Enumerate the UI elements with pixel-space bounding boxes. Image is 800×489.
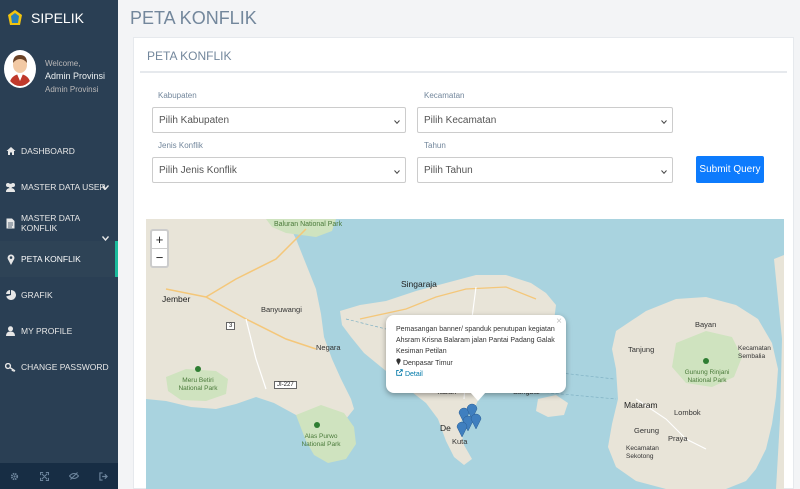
popup-detail-label: Detail <box>404 371 423 378</box>
map-label-mataram: Mataram <box>624 400 658 410</box>
sidebar-menu: DASHBOARD MASTER DATA USER MASTER DATA K… <box>0 133 118 385</box>
kabupaten-label: Kabupaten <box>158 91 197 100</box>
road-shield: 3 <box>226 322 236 330</box>
app-name: SIPELIK <box>31 10 84 26</box>
chart-icon <box>5 290 16 301</box>
sidebar-item-label: MY PROFILE <box>21 326 73 336</box>
chevron-down-icon <box>101 182 110 192</box>
user-name: Admin Provinsi <box>45 71 106 81</box>
tahun-label: Tahun <box>424 141 446 150</box>
kabupaten-select[interactable]: Pilih Kabupaten <box>152 107 406 133</box>
map-label-kecamatan-sembalia: Kecamatan Sembalia <box>738 345 771 360</box>
sidebar-footer <box>0 463 118 489</box>
map-label-baluran: Baluran National Park <box>274 221 343 228</box>
panel-title: PETA KONFLIK <box>147 49 232 63</box>
tahun-select[interactable]: Pilih Tahun <box>417 157 673 183</box>
popup-tip <box>470 392 486 401</box>
sidebar-item-dashboard[interactable]: DASHBOARD <box>0 133 118 169</box>
jenis-konflik-label: Jenis Konflik <box>158 141 203 150</box>
sidebar-item-my-profile[interactable]: MY PROFILE <box>0 313 118 349</box>
external-link-icon <box>396 369 403 376</box>
jenis-konflik-value: Pilih Jenis Konflik <box>159 165 237 176</box>
popup-text: Pemasangan banner/ spanduk penutupan keg… <box>396 326 555 355</box>
chevron-down-icon <box>394 116 400 127</box>
user-role: Admin Provinsi <box>45 85 99 94</box>
profile: Welcome, Admin Provinsi Admin Provinsi <box>0 36 118 132</box>
settings-icon[interactable] <box>0 463 30 489</box>
map-label-jember: Jember <box>162 294 191 304</box>
logo-icon <box>8 10 22 25</box>
close-icon[interactable]: × <box>556 316 562 327</box>
map-label-kecamatan-sekotong: Kecamatan Sekotong <box>626 445 659 460</box>
sidebar-item-grafik[interactable]: GRAFIK <box>0 277 118 313</box>
zoom-out-button[interactable]: − <box>152 248 167 265</box>
popup-detail-link[interactable]: Detail <box>396 369 556 380</box>
eye-slash-icon[interactable] <box>59 463 89 489</box>
sidebar-item-label: DASHBOARD <box>21 146 75 156</box>
zoom-in-button[interactable]: + <box>152 231 167 248</box>
map-label-rinjani: Gunung Rinjani National Park <box>684 369 730 384</box>
kecamatan-value: Pilih Kecamatan <box>424 115 497 126</box>
brand[interactable]: SIPELIK <box>0 0 118 36</box>
sidebar-item-change-password[interactable]: CHANGE PASSWORD <box>0 349 118 385</box>
tahun-value: Pilih Tahun <box>424 165 473 176</box>
fullscreen-icon[interactable] <box>30 463 60 489</box>
map-label-lombok: Lombok <box>674 408 701 417</box>
sidebar-item-label: CHANGE PASSWORD <box>21 362 109 372</box>
main-content: PETA KONFLIK PETA KONFLIK Kabupaten Pili… <box>118 0 800 489</box>
map-label-meru-betiri: Meru Betiri National Park <box>178 377 218 392</box>
users-icon <box>5 182 16 193</box>
avatar <box>4 50 36 88</box>
divider <box>140 71 787 73</box>
file-icon <box>5 218 16 229</box>
conflict-map[interactable]: + − Baluran National Park Jember Banyuwa… <box>146 219 784 489</box>
map-label-tanjung: Tanjung <box>628 345 655 354</box>
map-label-negara: Negara <box>316 343 341 352</box>
sidebar-item-label: GRAFIK <box>21 290 53 300</box>
sidebar-item-label: MASTER DATA KONFLIK <box>20 213 80 233</box>
sidebar-item-master-data-user[interactable]: MASTER DATA USER <box>0 169 118 205</box>
page-title: PETA KONFLIK <box>130 8 257 28</box>
sidebar-item-peta-konflik[interactable]: PETA KONFLIK <box>0 241 118 277</box>
kabupaten-value: Pilih Kabupaten <box>159 115 230 126</box>
kecamatan-select[interactable]: Pilih Kecamatan <box>417 107 673 133</box>
sidebar-item-label: PETA KONFLIK <box>21 254 81 264</box>
nusa-penida-land <box>536 395 568 417</box>
map-marker-icon <box>396 358 401 365</box>
map-label-kuta: Kuta <box>452 437 468 446</box>
chevron-down-icon <box>394 166 400 177</box>
jenis-konflik-select[interactable]: Pilih Jenis Konflik <box>152 157 406 183</box>
chevron-down-icon <box>661 116 667 127</box>
welcome-text: Welcome, <box>45 59 81 68</box>
map-label-gerung: Gerung <box>634 426 660 435</box>
home-icon <box>5 146 16 157</box>
map-popup: × Pemasangan banner/ spanduk penutupan k… <box>386 315 566 401</box>
user-icon <box>5 326 16 337</box>
chevron-down-icon <box>661 166 667 177</box>
sidebar-item-master-data-konflik[interactable]: MASTER DATA KONFLIK <box>0 205 118 242</box>
popup-location-text: Denpasar Timur <box>402 360 453 367</box>
map-label-praya: Praya <box>668 434 688 443</box>
logout-icon[interactable] <box>89 463 119 489</box>
map-label-bayan: Bayan <box>695 320 717 329</box>
zoom-control: + − <box>150 229 169 268</box>
sidebar: SIPELIK Welcome, Admin Provinsi Admin Pr… <box>0 0 118 489</box>
submit-query-button[interactable]: Submit Query <box>696 156 764 183</box>
kecamatan-label: Kecamatan <box>424 91 465 100</box>
map-label-singaraja: Singaraja <box>401 279 437 289</box>
map-label-denpasar: De <box>440 423 451 433</box>
sidebar-item-label: MASTER DATA USER <box>21 182 106 192</box>
road-shield: JI-227 <box>274 381 297 389</box>
popup-location: Denpasar Timur <box>396 358 556 369</box>
map-marker-icon <box>5 253 16 265</box>
key-icon <box>5 362 16 373</box>
map-label-banyuwangi: Banyuwangi <box>261 305 302 314</box>
map-label-alas-purwo: Alas Purwo National Park <box>301 433 341 448</box>
